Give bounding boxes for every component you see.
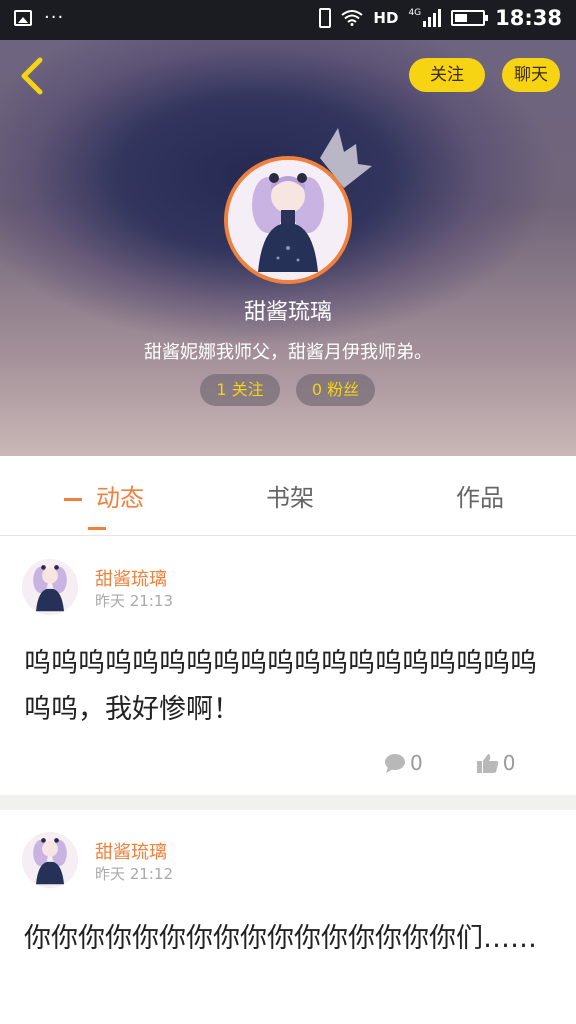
follow-button[interactable]: 关注 <box>409 58 485 92</box>
chat-button[interactable]: 聊天 <box>502 58 560 92</box>
comment-button[interactable]: 0 <box>384 751 423 775</box>
avatar-girl-illustration <box>22 832 78 888</box>
avatar-girl-illustration <box>228 160 348 280</box>
status-bar: ··· HD 4G 18:38 <box>0 0 576 40</box>
post-author-name[interactable]: 甜酱琉璃 <box>95 838 167 864</box>
post-author-avatar[interactable] <box>22 559 78 615</box>
feed-post[interactable]: 甜酱琉璃 昨天 21:13 呜呜呜呜呜呜呜呜呜呜呜呜呜呜呜呜呜呜呜呜呜，我好惨啊… <box>0 537 576 795</box>
like-count: 0 <box>502 751 516 775</box>
tab-feed-label: 动态 <box>96 484 144 512</box>
like-icon <box>476 754 499 773</box>
post-content: 呜呜呜呜呜呜呜呜呜呜呜呜呜呜呜呜呜呜呜呜呜，我好惨啊！ <box>24 648 537 725</box>
tab-active-indicator-left <box>64 497 82 501</box>
network-type: HD <box>373 9 399 27</box>
clock: 18:38 <box>495 6 562 30</box>
battery-icon <box>451 10 489 26</box>
more-notifications-icon: ··· <box>44 7 65 28</box>
like-button[interactable]: 0 <box>476 751 516 775</box>
status-bar-right: HD 4G 18:38 <box>319 6 562 30</box>
following-count[interactable]: 1 关注 <box>200 374 280 406</box>
tab-bookshelf[interactable]: 书架 <box>240 478 340 513</box>
profile-username: 甜酱琉璃 <box>243 300 332 325</box>
signal-icon: 4G <box>408 8 442 27</box>
comment-icon <box>385 754 405 773</box>
profile-header: 关注 聊天 甜酱琉璃 甜酱妮娜我师父，甜酱月伊我师弟。 1 关注 0 粉丝 <box>0 40 576 456</box>
tab-active-indicator-right <box>88 526 106 530</box>
profile-tabs: 动态 书架 作品 <box>0 456 576 536</box>
gallery-icon <box>14 10 32 26</box>
profile-bio: 甜酱妮娜我师父，甜酱月伊我师弟。 <box>144 342 432 363</box>
post-author-avatar[interactable] <box>22 832 78 888</box>
feed-post[interactable]: 甜酱琉璃 昨天 21:12 你你你你你你你你你你你你你你你你们…… <box>0 810 576 1024</box>
profile-avatar[interactable] <box>224 156 352 284</box>
status-bar-left: ··· <box>14 7 65 28</box>
post-timestamp: 昨天 21:12 <box>95 865 173 883</box>
wifi-icon <box>341 10 364 26</box>
avatar-girl-illustration <box>22 559 78 615</box>
fans-count[interactable]: 0 粉丝 <box>296 374 375 406</box>
post-content: 你你你你你你你你你你你你你你你你们…… <box>24 923 537 954</box>
comment-count: 0 <box>410 751 423 775</box>
network-gen-label: 4G <box>408 8 422 18</box>
post-divider <box>0 795 576 810</box>
vibrate-icon <box>319 8 332 28</box>
tab-works[interactable]: 作品 <box>430 478 530 513</box>
tab-feed[interactable]: 动态 <box>32 478 162 541</box>
post-author-name[interactable]: 甜酱琉璃 <box>95 565 167 591</box>
back-icon[interactable] <box>14 54 54 98</box>
post-timestamp: 昨天 21:13 <box>95 592 173 610</box>
post-actions: 0 0 <box>384 751 515 775</box>
